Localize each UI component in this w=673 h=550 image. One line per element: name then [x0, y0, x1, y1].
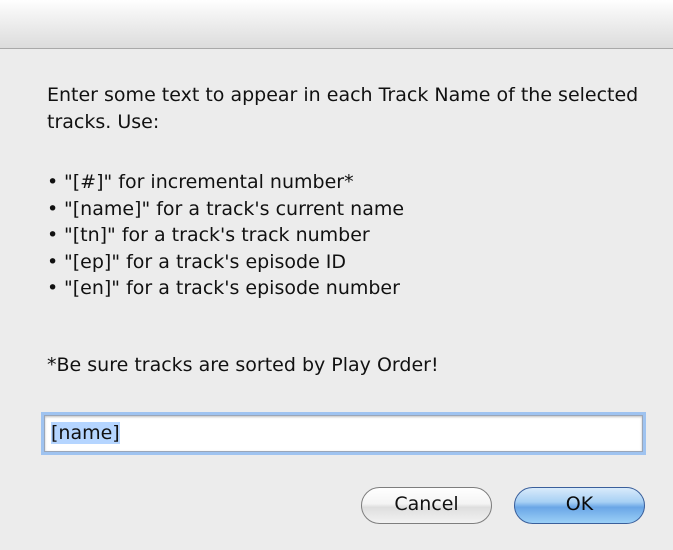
- token-description: "[ep]" for a track's episode ID: [64, 250, 347, 273]
- bullet-icon: •: [47, 224, 59, 246]
- list-item: • "[tn]" for a track's track number: [47, 222, 404, 249]
- list-item: • "[en]" for a track's episode number: [47, 275, 404, 302]
- cancel-button[interactable]: Cancel: [361, 487, 492, 524]
- token-description: "[tn]" for a track's track number: [64, 224, 370, 246]
- ok-button[interactable]: OK: [514, 487, 645, 524]
- token-list: • "[#]" for incremental number* • "[name]"…: [47, 169, 404, 302]
- title-bar[interactable]: [0, 0, 673, 49]
- token-description: "[#]" for incremental number*: [64, 171, 354, 193]
- bullet-icon: •: [47, 250, 59, 273]
- token-description: "[en]" for a track's episode number: [64, 277, 400, 299]
- bullet-icon: •: [47, 277, 59, 299]
- list-item: • "[name]" for a track's current name: [47, 196, 404, 223]
- bullet-icon: •: [47, 171, 59, 193]
- token-description: "[name]" for a track's current name: [64, 197, 405, 220]
- sort-note: *Be sure tracks are sorted by Play Order…: [47, 354, 439, 376]
- text-entry-dialog: Enter some text to appear in each Track …: [0, 0, 673, 550]
- track-name-input[interactable]: [name]: [44, 415, 643, 452]
- input-value: [name]: [51, 422, 120, 444]
- list-item: • "[ep]" for a track's episode ID: [47, 249, 404, 276]
- list-item: • "[#]" for incremental number*: [47, 169, 404, 196]
- prompt-text: Enter some text to appear in each Track …: [47, 84, 639, 133]
- bullet-icon: •: [47, 197, 59, 220]
